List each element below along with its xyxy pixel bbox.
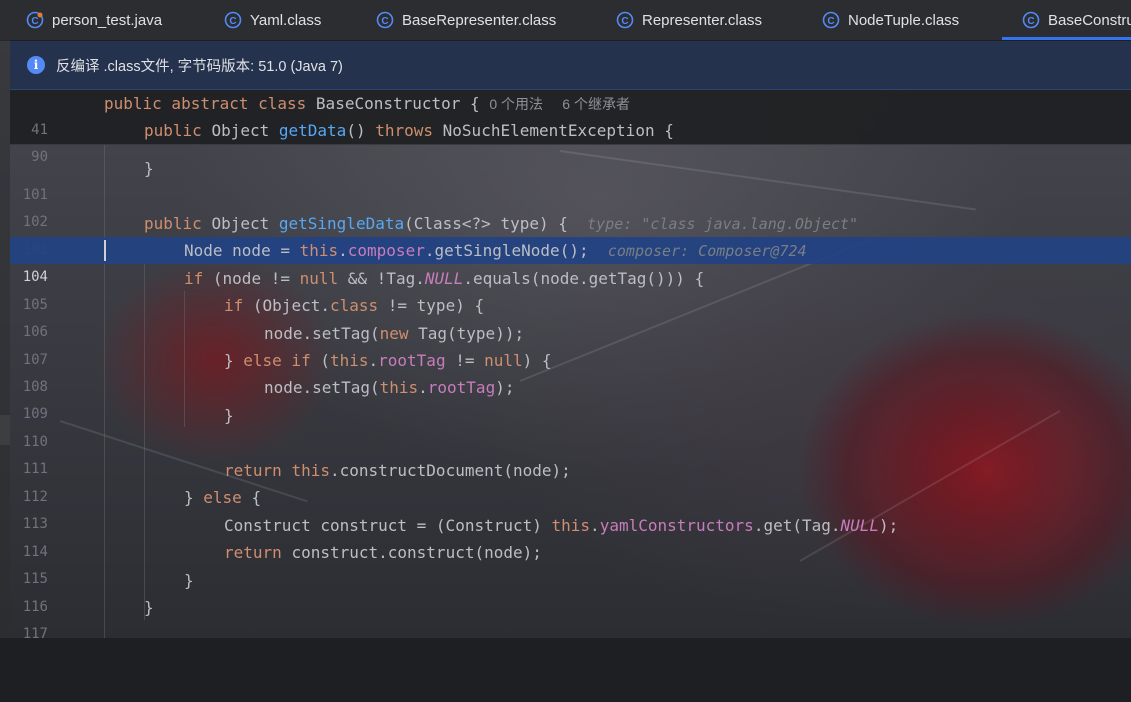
code-line[interactable]: 116 } [10, 567, 1131, 615]
svg-text:C: C [621, 16, 628, 27]
code-text: return construct.construct(node); [224, 543, 542, 562]
code-line[interactable]: 110 } [10, 402, 1131, 450]
editor-tab-bar: C person_test.java C Yaml.class C BaseRe… [0, 0, 1131, 41]
class-icon: C [1022, 11, 1040, 29]
svg-text:C: C [31, 16, 38, 27]
class-icon: C [822, 11, 840, 29]
left-strip-marker [0, 415, 10, 445]
tab-label: person_test.java [52, 11, 163, 29]
line-number: 90 [31, 149, 48, 165]
tab-yaml-class[interactable]: C Yaml.class [224, 0, 321, 40]
class-icon: C [616, 11, 634, 29]
tab-nodetuple-class[interactable]: C NodeTuple.class [822, 0, 959, 40]
code-line[interactable]: 115 return construct.construct(node); [10, 539, 1131, 587]
banner-text: 反编译 .class文件, 字节码版本: 51.0 (Java 7) [56, 58, 343, 75]
code-text: Construct construct = (Construct) this.y… [224, 516, 899, 535]
active-tab-indicator [1002, 37, 1131, 40]
code-line[interactable]: 114 Construct construct = (Construct) th… [10, 512, 1131, 560]
tab-person-test-java[interactable]: C person_test.java [26, 0, 162, 40]
tab-baseconstructor-class[interactable]: C BaseConstru [1002, 0, 1131, 40]
code-line[interactable]: 113 } else { [10, 484, 1131, 532]
tab-label: Representer.class [642, 11, 763, 29]
code-text: if (node != null && !Tag.NULL.equals(nod… [184, 269, 705, 288]
code-text: node.setTag(new Tag(type)); [264, 324, 525, 343]
usages-hint[interactable]: 0 个用法 [489, 96, 543, 112]
code-text: } else { [184, 488, 262, 507]
code-line[interactable]: 105 if (node != null && !Tag.NULL.equals… [10, 265, 1131, 313]
svg-text:C: C [827, 16, 834, 27]
tab-baserepresenter-class[interactable]: C BaseRepresenter.class [376, 0, 556, 40]
code-text: public Object getSingleData(Class<?> typ… [144, 214, 859, 233]
svg-text:C: C [1027, 16, 1034, 27]
info-icon: i [27, 56, 45, 74]
tab-label: Yaml.class [250, 11, 322, 29]
code-text: if (Object.class != type) { [224, 296, 485, 315]
inheritors-hint[interactable]: 6 个继承者 [562, 96, 630, 112]
code-text: Node node = this.composer.getSingleNode(… [184, 241, 807, 260]
code-text: public Object getData() throws NoSuchEle… [144, 121, 674, 140]
debug-inline-value: type: "class java.lang.Object" [587, 215, 859, 233]
code-line[interactable]: 118 [10, 622, 1131, 638]
code-text: node.setTag(this.rootTag); [264, 378, 515, 397]
tab-label: NodeTuple.class [848, 11, 960, 29]
code-line[interactable]: 103 public Object getSingleData(Class<?>… [10, 210, 1131, 258]
code-line[interactable]: 117 } [10, 594, 1131, 642]
code-line[interactable]: 112 return this.constructDocument(node); [10, 457, 1131, 505]
code-line[interactable]: 90 public Object getData() throws NoSuch… [10, 117, 1131, 165]
code-text: public abstract class BaseConstructor { … [104, 94, 630, 113]
code-line[interactable]: 111 [10, 429, 1131, 477]
code-text: } [224, 406, 234, 425]
class-icon: C [376, 11, 394, 29]
code-line[interactable]: 107 node.setTag(new Tag(type)); [10, 320, 1131, 368]
code-line[interactable]: 108 } else if (this.rootTag != null) { [10, 347, 1131, 395]
tab-label: BaseConstru [1048, 11, 1131, 29]
tab-label: BaseRepresenter.class [402, 11, 557, 29]
decompiled-info-banner: i 反编译 .class文件, 字节码版本: 51.0 (Java 7) [10, 41, 1131, 90]
code-text: return this.constructDocument(node); [224, 461, 571, 480]
code-line[interactable]: 101 } [10, 155, 1131, 203]
current-execution-line[interactable]: 104 Node node = this.composer.getSingleN… [10, 237, 1131, 285]
code-text: } [144, 598, 154, 617]
class-icon: C [224, 11, 242, 29]
code-line[interactable]: 41 public abstract class BaseConstructor… [10, 90, 1131, 138]
code-editor[interactable]: 41 public abstract class BaseConstructor… [10, 90, 1131, 642]
code-text: } else if (this.rootTag != null) { [224, 351, 552, 370]
code-line[interactable]: 109 node.setTag(this.rootTag); [10, 374, 1131, 422]
text-caret [104, 240, 106, 261]
sticky-scope-header: 41 public abstract class BaseConstructor… [10, 90, 1131, 165]
tab-representer-class[interactable]: C Representer.class [616, 0, 762, 40]
left-tool-strip [0, 40, 10, 638]
svg-text:C: C [381, 16, 388, 27]
code-line[interactable]: 106 if (Object.class != type) { [10, 292, 1131, 340]
code-text: } [144, 159, 154, 178]
svg-text:C: C [229, 16, 236, 27]
code-line[interactable]: 102 [10, 182, 1131, 230]
java-class-icon: C [26, 11, 44, 29]
debug-inline-value: composer: Composer@724 [607, 242, 807, 260]
code-text: } [184, 571, 194, 590]
